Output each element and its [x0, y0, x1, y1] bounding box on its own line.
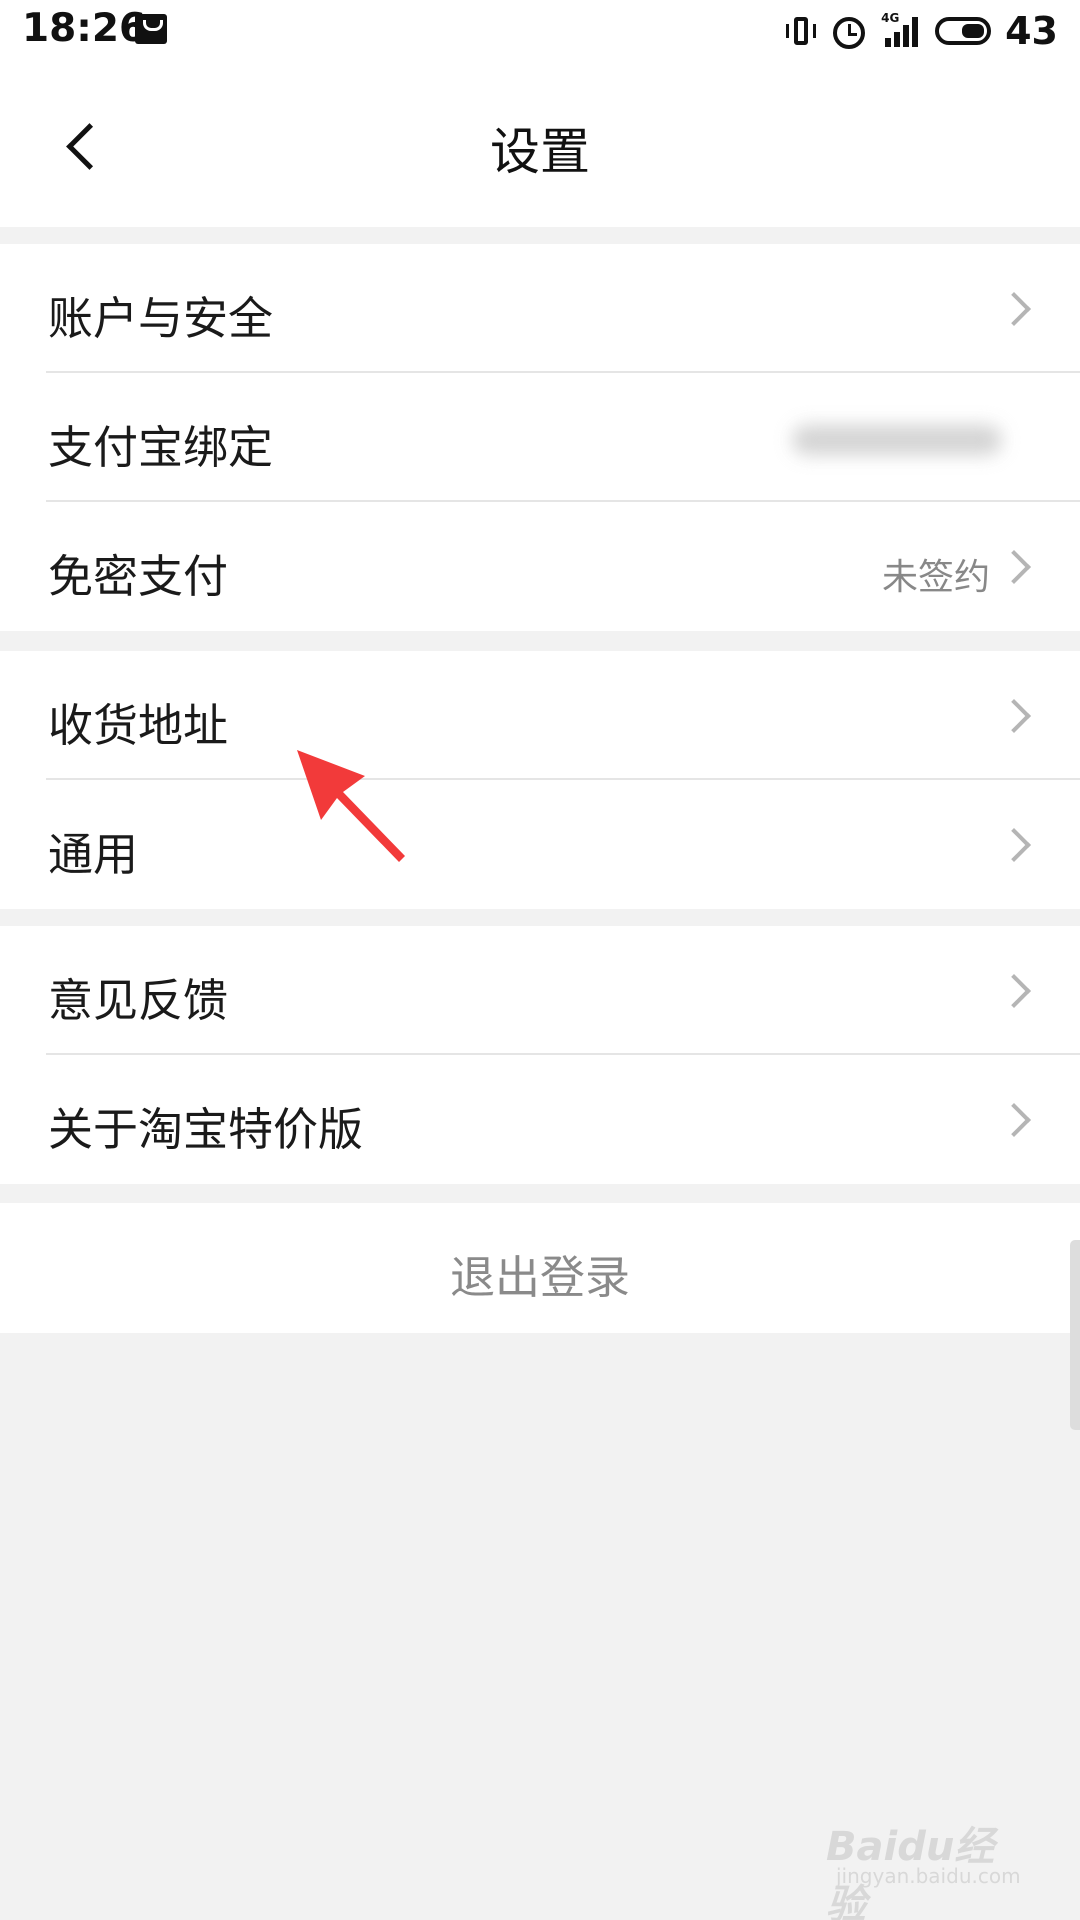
- logout-button[interactable]: 退出登录: [0, 1203, 1080, 1333]
- notification-icon: [135, 14, 167, 44]
- settings-item-label: 关于淘宝特价版: [48, 1103, 364, 1156]
- status-bar: 18:26 4G 43: [0, 0, 1080, 62]
- chevron-right-icon: [998, 973, 1032, 1007]
- settings-item-label: 免密支付: [48, 550, 229, 603]
- battery-icon: [935, 17, 992, 45]
- settings-item-label: 通用: [48, 828, 139, 881]
- settings-group-about: 意见反馈 关于淘宝特价版: [0, 926, 1080, 1184]
- settings-item-label: 账户与安全: [48, 292, 274, 345]
- chevron-right-icon: [998, 549, 1032, 583]
- settings-item-password-free-payment[interactable]: 免密支付 未签约: [0, 502, 1080, 631]
- settings-item-label: 收货地址: [48, 699, 229, 752]
- logout-label: 退出登录: [449, 1251, 630, 1304]
- chevron-right-icon: [998, 1102, 1032, 1136]
- settings-item-feedback[interactable]: 意见反馈: [0, 926, 1080, 1055]
- settings-screen: 18:26 4G 43 设置 账户与安全 支付宝绑定 免密支付 未签约 收货地址…: [0, 0, 1080, 1920]
- nav-header: 设置: [0, 62, 1080, 227]
- settings-item-label: 支付宝绑定: [48, 421, 274, 474]
- settings-item-value: 未签约: [881, 557, 990, 598]
- settings-item-general[interactable]: 通用: [0, 780, 1080, 909]
- alarm-icon: [831, 13, 867, 49]
- watermark-url: jingyan.baidu.com: [836, 1864, 1021, 1888]
- settings-item-alipay-binding[interactable]: 支付宝绑定: [0, 373, 1080, 502]
- settings-item-label: 意见反馈: [48, 974, 229, 1027]
- blurred-account-value: [792, 425, 1002, 455]
- settings-item-shipping-address[interactable]: 收货地址: [0, 651, 1080, 780]
- settings-item-account-security[interactable]: 账户与安全: [0, 244, 1080, 373]
- page-title: 设置: [490, 123, 590, 181]
- vibrate-icon: [785, 15, 817, 47]
- signal-icon: 4G: [881, 11, 921, 49]
- chevron-right-icon: [998, 291, 1032, 325]
- settings-item-about[interactable]: 关于淘宝特价版: [0, 1055, 1080, 1184]
- status-indicators: 4G 43: [785, 8, 1058, 54]
- battery-level: 43: [1005, 9, 1058, 53]
- status-time: 18:26: [22, 6, 147, 51]
- settings-group-general: 收货地址 通用: [0, 651, 1080, 909]
- settings-group-account: 账户与安全 支付宝绑定 免密支付 未签约: [0, 244, 1080, 631]
- chevron-right-icon: [998, 698, 1032, 732]
- chevron-right-icon: [998, 827, 1032, 861]
- scroll-handle[interactable]: [1070, 1240, 1080, 1430]
- network-type: 4G: [881, 11, 900, 25]
- annotation-arrow-icon: [297, 750, 405, 862]
- watermark-logo: Baidu经验 jingyan.baidu.com: [826, 1808, 1026, 1920]
